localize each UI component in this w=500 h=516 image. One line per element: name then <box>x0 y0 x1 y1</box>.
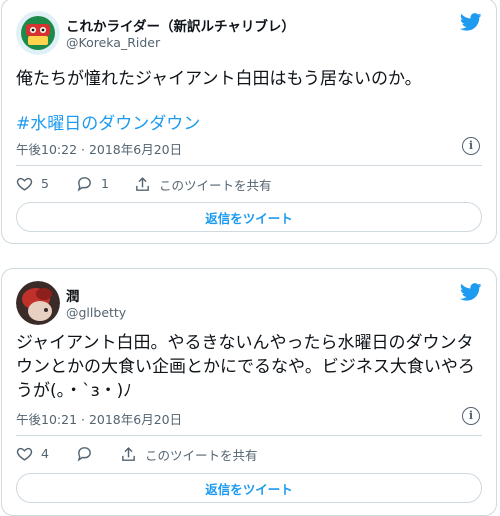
tweet-text: ジャイアント白田。やるきないんやったら水曜日のダウンタウンとかの大食い企画とかに… <box>16 333 475 401</box>
reply-bubble-icon <box>77 447 91 462</box>
share-button[interactable]: このツイートを共有 <box>120 445 258 464</box>
divider <box>16 165 482 166</box>
tweet-actions: 5 1 このツイートを共有 <box>16 175 482 199</box>
heart-icon <box>16 177 33 191</box>
tweet-actions: 4 このツイートを共有 <box>16 445 482 469</box>
heart-icon <box>16 447 33 461</box>
divider <box>16 435 482 436</box>
like-button[interactable]: 4 <box>16 445 49 462</box>
hashtag-link[interactable]: #水曜日のダウンダウン <box>16 109 200 134</box>
like-count: 4 <box>41 446 49 461</box>
info-icon[interactable]: i <box>462 407 480 425</box>
reply-tweet-button[interactable]: 返信をツイート <box>16 473 482 503</box>
share-icon <box>136 177 149 191</box>
avatar[interactable] <box>16 281 60 325</box>
user-handle[interactable]: @Koreka_Rider <box>66 35 160 50</box>
tweet-text: 俺たちが憧れたジャイアント白田はもう居ないのか。 <box>16 69 422 89</box>
tweet-card: これかライダー（新訳ルチャリブレ） @Koreka_Rider 俺たちが憧れたジ… <box>1 0 497 244</box>
reply-bubble-icon <box>77 177 91 192</box>
display-name[interactable]: これかライダー（新訳ルチャリブレ） <box>66 15 295 35</box>
like-count: 5 <box>41 176 49 191</box>
twitter-bird-icon[interactable] <box>460 13 482 31</box>
reply-count-button[interactable] <box>76 445 101 462</box>
share-button[interactable]: このツイートを共有 <box>134 175 272 194</box>
twitter-bird-icon[interactable] <box>460 283 482 301</box>
user-handle[interactable]: @gllbetty <box>66 305 126 320</box>
tweet-timestamp[interactable]: 午後10:22 · 2018年6月20日 <box>16 139 182 158</box>
info-icon[interactable]: i <box>462 137 480 155</box>
tweet-card: 潤 @gllbetty ジャイアント白田。やるきないんやったら水曜日のダウンタウ… <box>1 268 497 516</box>
display-name[interactable]: 潤 <box>66 285 80 305</box>
share-label: このツイートを共有 <box>159 178 272 193</box>
reply-count: 1 <box>101 176 109 191</box>
reply-tweet-button[interactable]: 返信をツイート <box>16 202 482 232</box>
tweet-timestamp[interactable]: 午後10:21 · 2018年6月20日 <box>16 409 182 428</box>
avatar[interactable] <box>16 11 60 55</box>
share-label: このツイートを共有 <box>145 448 258 463</box>
share-icon <box>122 447 135 461</box>
like-button[interactable]: 5 <box>16 175 49 192</box>
reply-count-button[interactable]: 1 <box>76 175 109 192</box>
